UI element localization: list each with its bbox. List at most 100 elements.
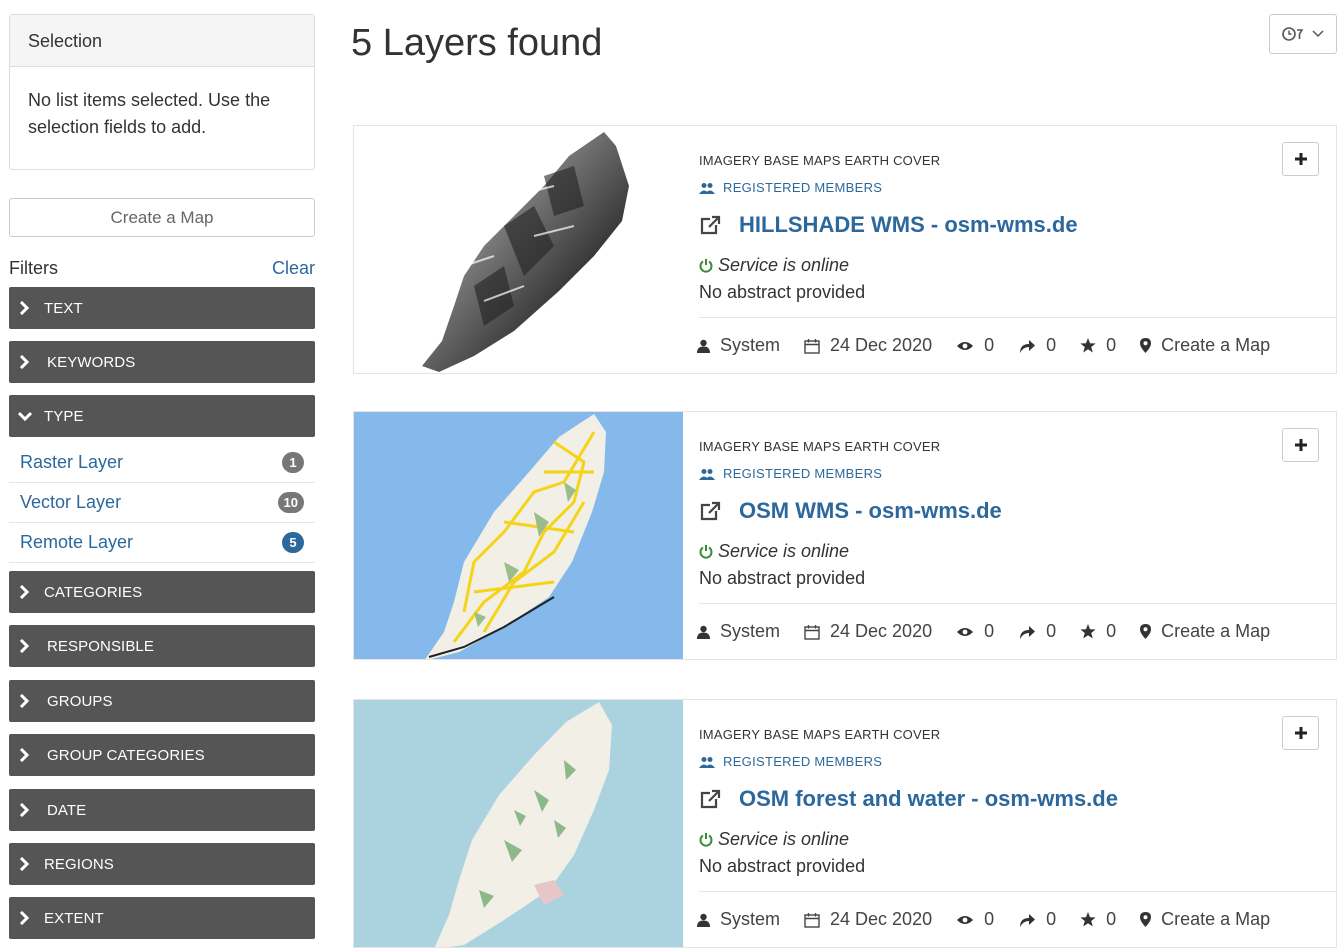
views-count: 0 (984, 909, 995, 929)
selection-empty-text: No list items selected. Use the selectio… (28, 90, 271, 137)
map-marker-icon (1140, 624, 1152, 639)
filter-section-keywords[interactable]: KEYWORDS (9, 341, 315, 383)
calendar-icon (804, 912, 820, 928)
layer-title-link[interactable]: OSM forest and water - osm-wms.de (699, 786, 1118, 812)
layer-thumbnail-forest-water[interactable] (354, 700, 683, 947)
filter-section-group-categories[interactable]: GROUP CATEGORIES (9, 734, 315, 776)
stars-count: 0 (1106, 335, 1117, 355)
layer-permission: REGISTERED MEMBERS (699, 754, 882, 769)
map-marker-icon (1140, 338, 1152, 353)
chevron-down-icon (18, 410, 32, 422)
count-badge: 1 (282, 452, 304, 473)
layer-abstract: No abstract provided (699, 856, 866, 876)
shares-count: 0 (1046, 335, 1057, 355)
count-badge: 10 (277, 492, 304, 513)
layer-title: OSM WMS - osm-wms.de (739, 498, 1002, 523)
owner-link[interactable]: System (697, 335, 780, 356)
chevron-right-icon (18, 301, 32, 315)
permission-label: REGISTERED MEMBERS (723, 466, 883, 481)
layer-thumbnail-osm[interactable] (354, 412, 683, 659)
layer-card: IMAGERY BASE MAPS EARTH COVER REGISTERED… (353, 699, 1337, 948)
type-item-raster[interactable]: Raster Layer 1 (9, 443, 315, 483)
stars-item: 0 (1080, 909, 1116, 930)
shares-count: 0 (1046, 909, 1057, 929)
layer-permission: REGISTERED MEMBERS (699, 180, 882, 195)
status-text: Service is online (718, 829, 850, 849)
type-filter-list: Raster Layer 1 Vector Layer 10 Remote La… (9, 443, 315, 563)
user-icon (697, 625, 710, 639)
selection-panel: Selection No list items selected. Use th… (9, 14, 315, 170)
plus-icon (1294, 152, 1308, 166)
views-count: 0 (984, 621, 995, 641)
layer-title-link[interactable]: HILLSHADE WMS - osm-wms.de (699, 212, 1078, 238)
filter-section-responsible[interactable]: RESPONSIBLE (9, 625, 315, 667)
filter-section-text[interactable]: TEXT (9, 287, 315, 329)
create-map-link[interactable]: Create a Map (1140, 909, 1270, 930)
add-to-selection-button[interactable] (1282, 428, 1319, 462)
layer-permission: REGISTERED MEMBERS (699, 466, 882, 481)
external-link-icon (699, 789, 721, 809)
owner-link[interactable]: System (697, 621, 780, 642)
filter-section-type[interactable]: TYPE (9, 395, 315, 437)
filter-section-label: CATEGORIES (44, 583, 143, 601)
power-icon (699, 544, 713, 559)
views-item: 0 (956, 335, 994, 356)
owner-link[interactable]: System (697, 909, 780, 930)
layer-categories: IMAGERY BASE MAPS EARTH COVER (699, 439, 941, 454)
owner-name: System (720, 621, 781, 641)
user-icon (697, 913, 710, 927)
create-map-link[interactable]: Create a Map (1140, 621, 1270, 642)
layer-thumbnail-hillshade[interactable] (354, 126, 683, 373)
shares-count: 0 (1046, 621, 1057, 641)
add-to-selection-button[interactable] (1282, 142, 1319, 176)
type-item-remote[interactable]: Remote Layer 5 (9, 523, 315, 563)
permission-label: REGISTERED MEMBERS (723, 754, 883, 769)
chevron-down-icon (1312, 30, 1324, 38)
clear-filters-link[interactable]: Clear (272, 258, 315, 279)
star-icon (1080, 338, 1096, 353)
views-count: 0 (984, 335, 995, 355)
filter-section-label: GROUPS (47, 692, 113, 710)
service-status: Service is online (699, 255, 849, 276)
calendar-icon (804, 338, 820, 354)
layer-title-link[interactable]: OSM WMS - osm-wms.de (699, 498, 1002, 524)
filter-section-regions[interactable]: REGIONS (9, 843, 315, 885)
star-icon (1080, 624, 1096, 639)
filter-section-label: RESPONSIBLE (47, 637, 154, 655)
share-icon (1018, 339, 1036, 353)
date-text: 24 Dec 2020 (830, 909, 933, 929)
owner-name: System (720, 335, 781, 355)
add-to-selection-button[interactable] (1282, 716, 1319, 750)
filter-section-label: KEYWORDS (47, 353, 136, 371)
filter-section-extent[interactable]: EXTENT (9, 897, 315, 939)
type-item-vector[interactable]: Vector Layer 10 (9, 483, 315, 523)
users-icon (699, 756, 715, 768)
count-badge: 5 (282, 532, 304, 553)
share-icon (1018, 913, 1036, 927)
layer-categories: IMAGERY BASE MAPS EARTH COVER (699, 153, 941, 168)
views-item: 0 (956, 909, 994, 930)
date-text: 24 Dec 2020 (830, 335, 933, 355)
filter-section-label: DATE (47, 801, 87, 819)
map-marker-icon (1140, 912, 1152, 927)
layer-abstract: No abstract provided (699, 282, 866, 302)
chevron-right-icon (18, 748, 32, 762)
layer-meta: System 24 Dec 2020 0 0 0 Create a Map (697, 603, 1336, 659)
status-text: Service is online (718, 255, 850, 275)
plus-icon (1294, 438, 1308, 452)
layer-info: IMAGERY BASE MAPS EARTH COVER REGISTERED… (697, 126, 1336, 373)
chevron-right-icon (18, 911, 32, 925)
create-map-button[interactable]: Create a Map (9, 198, 315, 237)
create-map-link[interactable]: Create a Map (1140, 335, 1270, 356)
chevron-right-icon (18, 639, 32, 653)
filter-section-date[interactable]: DATE (9, 789, 315, 831)
type-item-label: Vector Layer (20, 492, 122, 512)
service-status: Service is online (699, 829, 849, 850)
status-text: Service is online (718, 541, 850, 561)
shares-item: 0 (1018, 335, 1056, 356)
filter-section-groups[interactable]: GROUPS (9, 680, 315, 722)
filter-section-categories[interactable]: CATEGORIES (9, 571, 315, 613)
filter-section-label: TYPE (44, 407, 84, 425)
eye-icon (956, 914, 974, 926)
sort-dropdown-button[interactable] (1269, 14, 1337, 54)
